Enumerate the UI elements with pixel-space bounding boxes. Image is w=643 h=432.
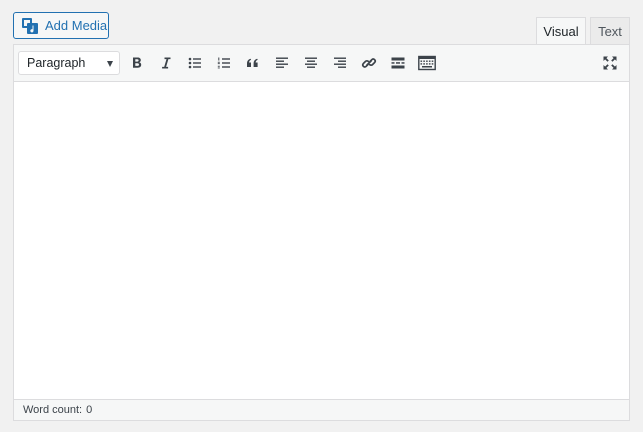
blockquote-icon — [247, 58, 258, 67]
toolbar-toggle-button[interactable] — [415, 51, 439, 75]
align-left-button[interactable] — [270, 51, 294, 75]
editor-content-area[interactable] — [14, 82, 629, 399]
align-center-icon — [305, 57, 317, 68]
caret-down-icon — [107, 61, 113, 67]
editor-frame: Add Media Visual Text Paragraph Word cou… — [0, 0, 643, 432]
link-icon — [361, 58, 377, 68]
bold-icon — [133, 57, 142, 68]
italic-icon — [162, 57, 171, 69]
tab-text-label: Text — [598, 23, 622, 39]
read-more-icon — [391, 57, 405, 69]
tab-visual[interactable]: Visual — [536, 17, 586, 45]
bulleted-list-button[interactable] — [183, 51, 207, 75]
editor-statusbar: Word count: 0 — [14, 399, 629, 420]
insert-link-button[interactable] — [357, 51, 381, 75]
word-count-value: 0 — [86, 404, 93, 416]
align-right-icon — [334, 57, 346, 68]
editor-container: Paragraph Word count: 0 — [13, 44, 630, 421]
toolbar-toggle-icon — [418, 55, 436, 71]
tab-visual-label: Visual — [543, 24, 579, 39]
add-media-button[interactable]: Add Media — [13, 12, 109, 39]
align-left-icon — [276, 57, 288, 68]
blockquote-button[interactable] — [241, 51, 265, 75]
numbered-list-button[interactable] — [212, 51, 236, 75]
format-select[interactable]: Paragraph — [18, 51, 120, 75]
italic-button[interactable] — [154, 51, 178, 75]
bulleted-list-icon — [188, 57, 201, 69]
word-count-label: Word count: — [23, 404, 83, 416]
tab-text[interactable]: Text — [590, 17, 630, 44]
add-media-label: Add Media — [45, 18, 108, 33]
read-more-button[interactable] — [386, 51, 410, 75]
align-right-button[interactable] — [328, 51, 352, 75]
editor-toolbar: Paragraph — [14, 45, 629, 82]
align-center-button[interactable] — [299, 51, 323, 75]
fullscreen-button[interactable] — [598, 51, 622, 75]
media-library-icon — [20, 16, 40, 36]
fullscreen-icon — [603, 56, 617, 70]
numbered-list-icon — [217, 57, 230, 69]
bold-button[interactable] — [125, 51, 149, 75]
format-select-value: Paragraph — [27, 56, 86, 70]
